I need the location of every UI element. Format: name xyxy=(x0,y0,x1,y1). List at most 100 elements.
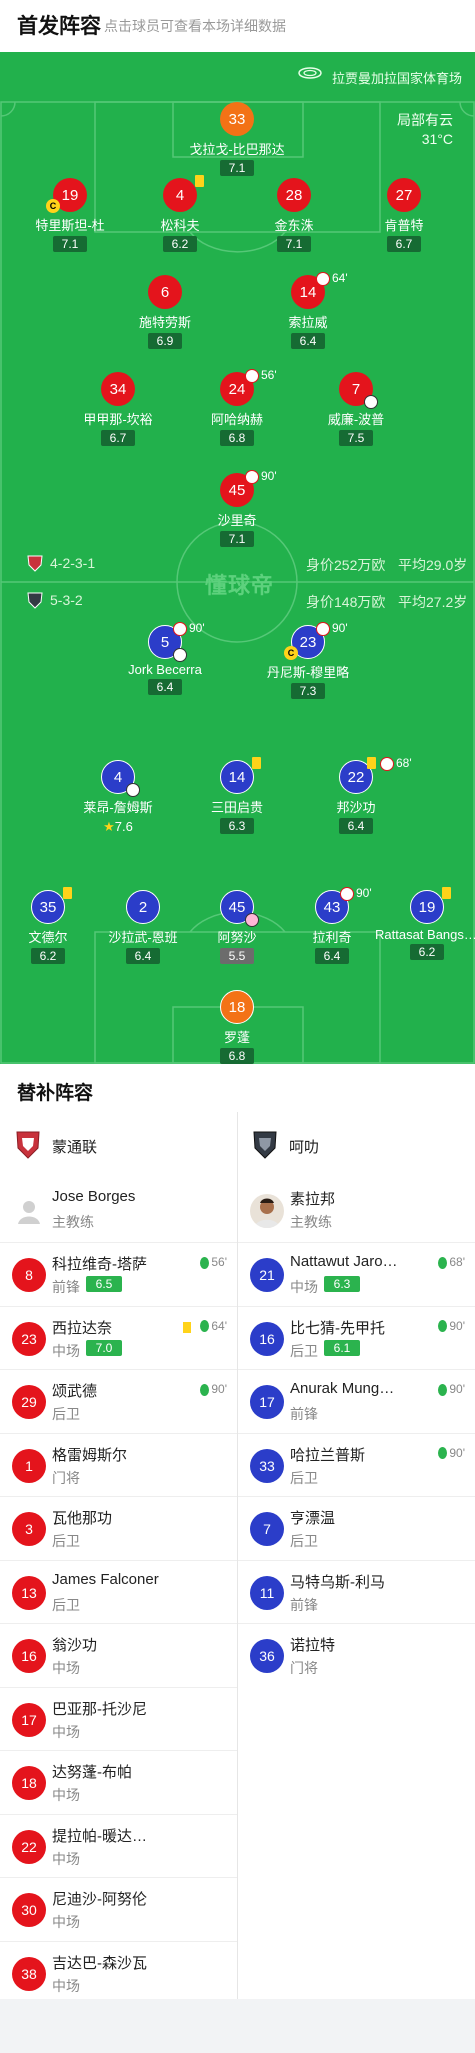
away-coach-row[interactable]: 素拉邦 主教练 xyxy=(238,1178,475,1242)
player-position: 中场 xyxy=(290,1279,318,1295)
jersey-number: 14 xyxy=(299,283,317,301)
player-away-22[interactable]: 22 68' 邦沙功 6.4 xyxy=(296,756,416,835)
player-away-43[interactable]: 43 90' 拉利奇 6.4 xyxy=(272,886,392,965)
jersey-number: 13 xyxy=(12,1575,46,1610)
player-rating: 6.3 xyxy=(220,818,254,834)
player-name: 翁沙功 xyxy=(52,1637,98,1654)
sub-off-time: 56' xyxy=(261,368,277,382)
player-away-5[interactable]: 5 90' Jork Becerra 6.4 xyxy=(105,621,225,696)
player-name: 沙里奇 xyxy=(217,513,257,528)
substitute-row[interactable]: 22 提拉帕-暖达… 中场 xyxy=(0,1813,237,1878)
sub-on-time: 90' xyxy=(449,1445,465,1460)
home-coach-row[interactable]: Jose Borges 主教练 xyxy=(0,1178,237,1242)
sub-off-icon xyxy=(380,757,394,771)
player-away-18[interactable]: 18 罗蓬 6.8 xyxy=(177,990,297,1064)
player-position: 后卫 xyxy=(52,1596,80,1613)
player-rating: 7.0 xyxy=(86,1339,122,1356)
jersey-number: 8 xyxy=(12,1258,46,1292)
player-rating: 6.7 xyxy=(387,236,421,252)
player-home-34[interactable]: 34 甲甲那-坎裕 6.7 xyxy=(58,372,178,447)
substitute-row[interactable]: 18 达努蓬-布帕 中场 xyxy=(0,1750,237,1814)
player-home-24[interactable]: 24 56' 阿哈纳赫 6.8 xyxy=(177,368,297,447)
sub-on-icon xyxy=(200,1320,210,1333)
player-name: 威廉-波普 xyxy=(327,412,385,427)
player-home-28[interactable]: 28 金东洙 7.1 xyxy=(234,178,354,253)
jersey-number: 27 xyxy=(387,178,421,212)
player-name: 肯普特 xyxy=(384,218,424,233)
player-rating: 6.4 xyxy=(339,818,373,834)
jersey-number: 4 xyxy=(175,186,185,204)
substitute-row[interactable]: 30 尼迪沙-阿努伦 中场 xyxy=(0,1877,237,1941)
player-name: 达努蓬-布帕 xyxy=(52,1764,132,1781)
player-home-45[interactable]: 45 90' 沙里奇 7.1 xyxy=(177,469,297,548)
lineup-header: 首发阵容 点击球员可查看本场详细数据 xyxy=(0,0,475,52)
player-position: 前锋 xyxy=(290,1406,318,1422)
player-position: 中场 xyxy=(52,1723,80,1740)
player-away-23[interactable]: 23 90' C 丹尼斯-穆里略 7.3 xyxy=(248,621,368,700)
substitute-row[interactable]: 33 哈拉兰普斯 后卫 90' xyxy=(238,1432,475,1497)
substitute-row[interactable]: 16 翁沙功 中场 xyxy=(0,1623,237,1687)
goal-ball-icon xyxy=(364,395,378,409)
player-name: 亨漂温 xyxy=(290,1510,336,1527)
player-name: 戈拉戈-比巴那达 xyxy=(189,142,285,157)
player-home-14[interactable]: 14 64' 索拉威 6.4 xyxy=(248,271,368,350)
substitute-row[interactable]: 17 巴亚那-托沙尼 中场 xyxy=(0,1686,237,1751)
player-away-4[interactable]: 4 莱昂-詹姆斯 ★7.6 xyxy=(58,760,178,836)
player-name: 比七猜-先甲托 xyxy=(290,1319,385,1337)
substitute-row[interactable]: 13 James Falconer 后卫 xyxy=(0,1559,237,1624)
player-away-14[interactable]: 14 三田启贵 6.3 xyxy=(177,757,297,835)
substitute-row[interactable]: 17 Anurak Mung… 前锋 90' xyxy=(238,1369,475,1433)
player-position: 前锋 xyxy=(52,1279,80,1295)
jersey-number: 14 xyxy=(228,768,246,786)
sub-off-icon xyxy=(316,272,330,286)
player-name: 邦沙功 xyxy=(336,800,376,815)
player-home-27[interactable]: 27 肯普特 6.7 xyxy=(344,178,464,253)
sub-on-icon xyxy=(438,1383,448,1396)
substitute-row[interactable]: 36 诺拉特 门将 xyxy=(238,1623,475,1687)
jersey-number: 36 xyxy=(250,1639,284,1673)
player-away-19[interactable]: 19 Rattasat Bangsu… 6.2 xyxy=(375,887,475,961)
player-home-6[interactable]: 6 施特劳斯 6.9 xyxy=(105,275,225,350)
player-home-7[interactable]: 7 威廉-波普 7.5 xyxy=(296,372,416,447)
home-team-name: 蒙通联 xyxy=(52,1139,98,1156)
substitute-row[interactable]: 23 西拉达奈 中场 7.0 64' xyxy=(0,1305,237,1370)
home-team-crest-icon xyxy=(27,555,43,572)
substitute-row[interactable]: 16 比七猜-先甲托 后卫 6.1 90' xyxy=(238,1305,475,1370)
substitute-row[interactable]: 3 瓦他那功 后卫 xyxy=(0,1496,237,1560)
sub-off-time: 90' xyxy=(356,886,372,900)
substitute-row[interactable]: 7 亨漂温后卫 xyxy=(238,1496,475,1560)
player-name: 莱昂-詹姆斯 xyxy=(83,800,153,815)
jersey-number: 29 xyxy=(12,1385,46,1419)
substitute-row[interactable]: 11 马特乌斯-利马 前锋 xyxy=(238,1559,475,1624)
jersey-number: 33 xyxy=(250,1448,284,1483)
jersey-number: 6 xyxy=(148,275,182,309)
jersey-number: 17 xyxy=(250,1385,284,1419)
player-name: Jork Becerra xyxy=(128,662,202,677)
substitute-row[interactable]: 21 Nattawut Jaro… 中场 6.3 68' xyxy=(238,1242,475,1306)
player-position: 后卫 xyxy=(290,1533,318,1549)
player-name: James Falconer xyxy=(52,1570,159,1588)
player-rating: 7.6 xyxy=(114,819,133,834)
pitch: 拉贾曼加拉国家体育场 局部有云 31°C 懂球帝 4-2-3-1 身价252万欧… xyxy=(0,52,475,1064)
substitute-row[interactable]: 1 格雷姆斯尔 门将 xyxy=(0,1432,237,1497)
jersey-number: 5 xyxy=(160,633,170,651)
stadium-icon xyxy=(298,67,322,79)
player-home-33[interactable]: 33 戈拉戈-比巴那达 7.1 xyxy=(177,102,297,177)
player-rating: 6.3 xyxy=(324,1276,360,1292)
jersey-number: 38 xyxy=(12,1956,46,1991)
sub-off-time: 90' xyxy=(261,469,277,483)
player-rating: 6.2 xyxy=(163,236,197,252)
substitute-row[interactable]: 38 吉达巴-森沙瓦 中场 xyxy=(0,1940,237,2005)
substitute-row[interactable]: 8 科拉维奇-塔萨 前锋 6.5 56' xyxy=(0,1242,237,1306)
player-rating: 6.8 xyxy=(220,1048,254,1064)
away-team-crest-icon xyxy=(27,592,43,609)
coach-name: Jose Borges xyxy=(52,1188,136,1205)
jersey-number: 7 xyxy=(250,1512,284,1546)
substitute-row[interactable]: 29 颂武德 后卫 90' xyxy=(0,1369,237,1433)
player-home-4[interactable]: 4 松科夫 6.2 xyxy=(120,175,240,253)
player-home-19[interactable]: 19 C 特里斯坦-杜 7.1 xyxy=(10,178,130,253)
player-position: 中场 xyxy=(52,1914,80,1930)
player-name: 索拉威 xyxy=(288,315,328,330)
player-name: 马特乌斯-利马 xyxy=(290,1573,385,1591)
section-title: 替补阵容 xyxy=(17,1083,94,1104)
